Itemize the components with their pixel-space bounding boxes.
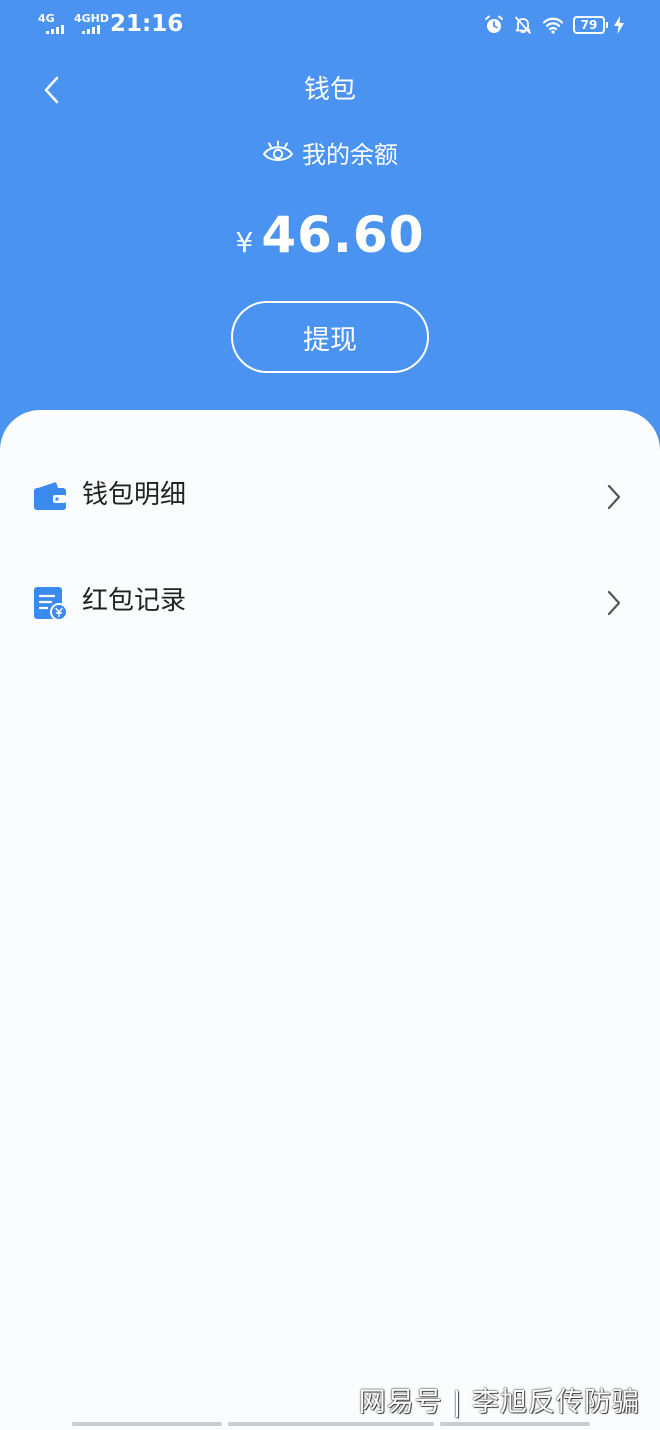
menu-item-wallet-details[interactable]: 钱包明细 xyxy=(0,453,660,543)
menu-label-red-packet-records: 红包记录 xyxy=(82,586,187,616)
battery-level: 79 xyxy=(580,18,598,32)
chevron-right-icon xyxy=(607,484,621,510)
wallet-header: 4G 4GHD 21:16 79 钱包 我的余额 ¥ 46.60 提现 xyxy=(0,0,660,470)
currency-symbol: ¥ xyxy=(235,226,254,259)
balance-label: 我的余额 xyxy=(302,141,398,169)
mute-bell-icon xyxy=(515,16,531,34)
charging-icon xyxy=(614,16,624,34)
balance-value: 46.60 xyxy=(261,206,425,264)
battery-icon: 79 xyxy=(573,16,608,34)
eye-icon[interactable] xyxy=(262,140,294,166)
nav-segment xyxy=(440,1422,590,1426)
watermark: 网易号 | 李旭反传防骗 xyxy=(358,1387,640,1418)
wallet-menu-card: 钱包明细 红包记录 xyxy=(0,410,660,1430)
wifi-icon xyxy=(542,17,564,34)
gesture-navigation-bar xyxy=(72,1422,590,1426)
nav-segment xyxy=(228,1422,434,1426)
status-time: 21:16 xyxy=(110,11,184,37)
signal-bars-1-icon xyxy=(46,24,64,34)
signal-bars-2-icon xyxy=(82,24,100,34)
nav-segment xyxy=(72,1422,222,1426)
alarm-icon xyxy=(485,15,503,33)
status-bar: 4G 4GHD 21:16 79 xyxy=(0,0,660,52)
balance-label-row: 我的余额 xyxy=(0,135,660,170)
wallet-icon xyxy=(34,482,66,510)
chevron-right-icon xyxy=(607,590,621,616)
menu-label-wallet-details: 钱包明细 xyxy=(82,480,187,510)
withdraw-button[interactable]: 提现 xyxy=(231,301,429,373)
page-title: 钱包 xyxy=(303,75,356,105)
menu-item-red-packet-records[interactable]: 红包记录 xyxy=(0,559,660,649)
red-packet-record-icon xyxy=(34,587,68,621)
status-icons: 79 xyxy=(484,15,624,35)
balance-amount: ¥ 46.60 xyxy=(0,206,660,264)
